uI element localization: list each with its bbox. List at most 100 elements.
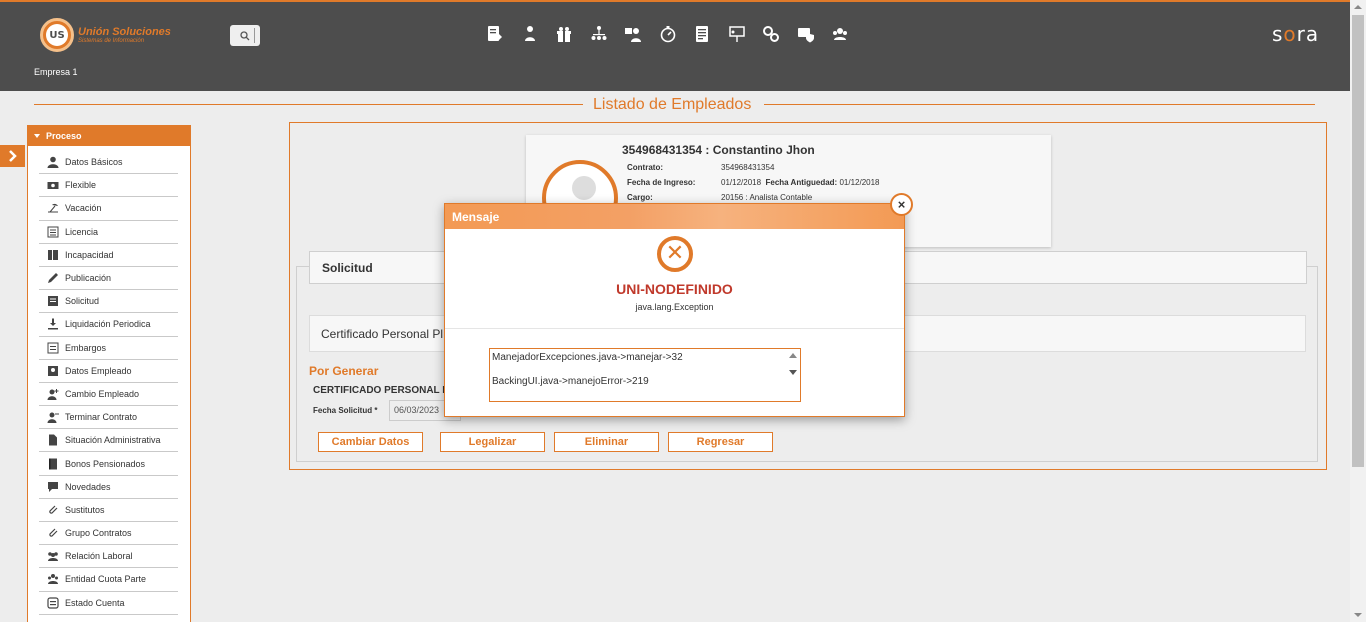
title-divider [34,104,583,105]
sidebar-item-label: Entidad Cuota Parte [65,574,147,585]
medical-icon [48,249,58,260]
close-icon: × [897,197,906,212]
form-icon [48,296,58,307]
sidebar-item-relacion-laboral[interactable]: Relación Laboral [39,545,178,569]
brand-part: ra [1296,22,1320,46]
presentation-icon[interactable] [720,24,755,44]
sidebar-item-label: Incapacidad [65,249,114,260]
sidebar-item-novedades[interactable]: Novedades [39,476,178,499]
sidebar-item-embargos[interactable]: Embargos [39,337,178,360]
page-scrollbar[interactable] [1350,0,1366,622]
sidebar-item-label: Publicación [65,273,112,284]
sidebar: Proceso Datos Básicos Flexible Vacación … [27,125,191,622]
fecha-solicitud-label: Fecha Solicitud * [313,406,377,415]
eliminar-button[interactable]: Eliminar [554,432,659,452]
sidebar-item-flexible[interactable]: Flexible [39,174,178,198]
user-icon [47,156,59,169]
scroll-up-arrow-icon[interactable] [789,353,797,358]
cargo-label: Cargo: [627,193,653,202]
sidebar-item-datos-basicos[interactable]: Datos Básicos [39,151,178,175]
error-circle-x-icon: ✕ [657,236,693,272]
scroll-thumb[interactable] [1352,15,1364,467]
account-icon [47,597,59,609]
search-button[interactable] [230,25,260,46]
dialog-close-button[interactable]: × [890,193,913,216]
page-title-row: Listado de Empleados [34,96,1315,114]
sidebar-toggle-button[interactable] [0,145,25,167]
employee-cargo: Cargo: 20156 : Analista Contable [627,193,812,202]
trace-line: BackingUI.java->manejoError->219 [492,376,649,387]
logo-initials: US [46,24,68,46]
sidebar-item-label: Novedades [65,481,111,492]
sidebar-item-grupo-contratos[interactable]: Grupo Contratos [39,522,178,546]
sidebar-item-label: Sustitutos [65,504,105,515]
sidebar-item-label: Vacación [65,203,102,214]
sidebar-item-label: Datos Básicos [65,157,123,168]
book-icon [49,458,57,470]
scroll-up-arrow-icon[interactable] [1354,5,1362,9]
list-box-icon [47,342,59,354]
sidebar-item-label: Estado Cuenta [65,597,125,608]
sidebar-item-datos-empleado[interactable]: Datos Empleado [39,360,178,383]
por-generar-heading: Por Generar [309,364,379,378]
money-icon [47,182,59,190]
shield-badge-icon[interactable] [789,24,824,44]
sidebar-item-estado-cuenta[interactable]: Estado Cuenta [39,592,178,615]
error-dialog: Mensaje ✕ UNI-NODEFINIDO java.lang.Excep… [444,203,905,417]
sidebar-item-terminar-contrato[interactable]: Terminar Contrato [39,406,178,430]
sidebar-item-solicitud[interactable]: Solicitud [39,290,178,314]
company-logo[interactable]: US Unión Soluciones Sistemas de Informac… [40,18,171,52]
sidebar-item-entidad-cuota-parte[interactable]: Entidad Cuota Parte [39,568,178,592]
sidebar-item-situacion-administrativa[interactable]: Situación Administrativa [39,429,178,453]
team-icon [48,552,58,562]
logo-subtitle: Sistemas de Información [78,38,145,44]
scroll-down-arrow-icon[interactable] [789,370,797,375]
logo-title: Unión Soluciones [78,26,171,38]
user-hierarchy-icon[interactable] [513,24,548,44]
required-marker: * [374,406,378,415]
scroll-down-arrow-icon[interactable] [1354,613,1362,617]
group-icon[interactable] [823,24,858,44]
contrato-label: Contrato: [627,163,663,172]
beach-icon [48,204,58,213]
paperclip-icon [49,505,58,514]
regresar-button[interactable]: Regresar [668,432,773,452]
employee-name: 354968431354 : Constantino Jhon [622,143,815,157]
error-x-glyph: ✕ [665,241,685,266]
top-bar: US Unión Soluciones Sistemas de Informac… [0,0,1350,91]
people-transfer-icon[interactable] [616,24,651,44]
gift-icon[interactable] [547,24,582,44]
document-edit-icon[interactable] [478,24,513,44]
sidebar-section-proceso[interactable]: Proceso [28,126,190,146]
sidebar-item-cambio-empleado[interactable]: Cambio Empleado [39,383,178,407]
stack-trace-textarea[interactable]: ManejadorExcepciones.java->manejar->32 B… [489,348,801,402]
company-name: Empresa 1 [34,67,78,77]
tab-label: Solicitud [322,261,373,275]
sidebar-item-vacacion[interactable]: Vacación [39,197,178,221]
pencil-icon [48,273,58,284]
antiguedad-value: 01/12/2018 [839,178,880,187]
stopwatch-icon[interactable] [651,24,686,44]
legalizar-button[interactable]: Legalizar [440,432,545,452]
org-chart-icon[interactable] [582,24,617,44]
report-icon[interactable] [685,24,720,44]
sidebar-item-sustitutos[interactable]: Sustitutos [39,499,178,522]
error-exception: java.lang.Exception [635,302,714,312]
error-title: UNI-NODEFINIDO [616,281,733,297]
sidebar-item-label: Bonos Pensionados [65,458,146,469]
dialog-title: Mensaje [445,204,904,229]
cambiar-datos-button[interactable]: Cambiar Datos [318,432,423,452]
employee-ingreso: Fecha de Ingreso: 01/12/2018 Fecha Antigu… [627,178,880,187]
download-icon [48,318,58,330]
sidebar-item-liquidacion-periodica[interactable]: Liquidación Periodica [39,313,178,337]
user-plus-icon [47,388,59,400]
sidebar-item-bonos-pensionados[interactable]: Bonos Pensionados [39,452,178,476]
cargo-value: 20156 : Analista Contable [721,193,813,202]
sidebar-item-label: Terminar Contrato [65,412,138,423]
sidebar-item-label: Datos Empleado [65,365,132,376]
textarea-scrollbar[interactable] [786,349,800,401]
sidebar-item-incapacidad[interactable]: Incapacidad [39,244,178,267]
sidebar-item-licencia[interactable]: Licencia [39,221,178,244]
sidebar-item-publicacion[interactable]: Publicación [39,267,178,291]
settings-gears-icon[interactable] [754,24,789,44]
